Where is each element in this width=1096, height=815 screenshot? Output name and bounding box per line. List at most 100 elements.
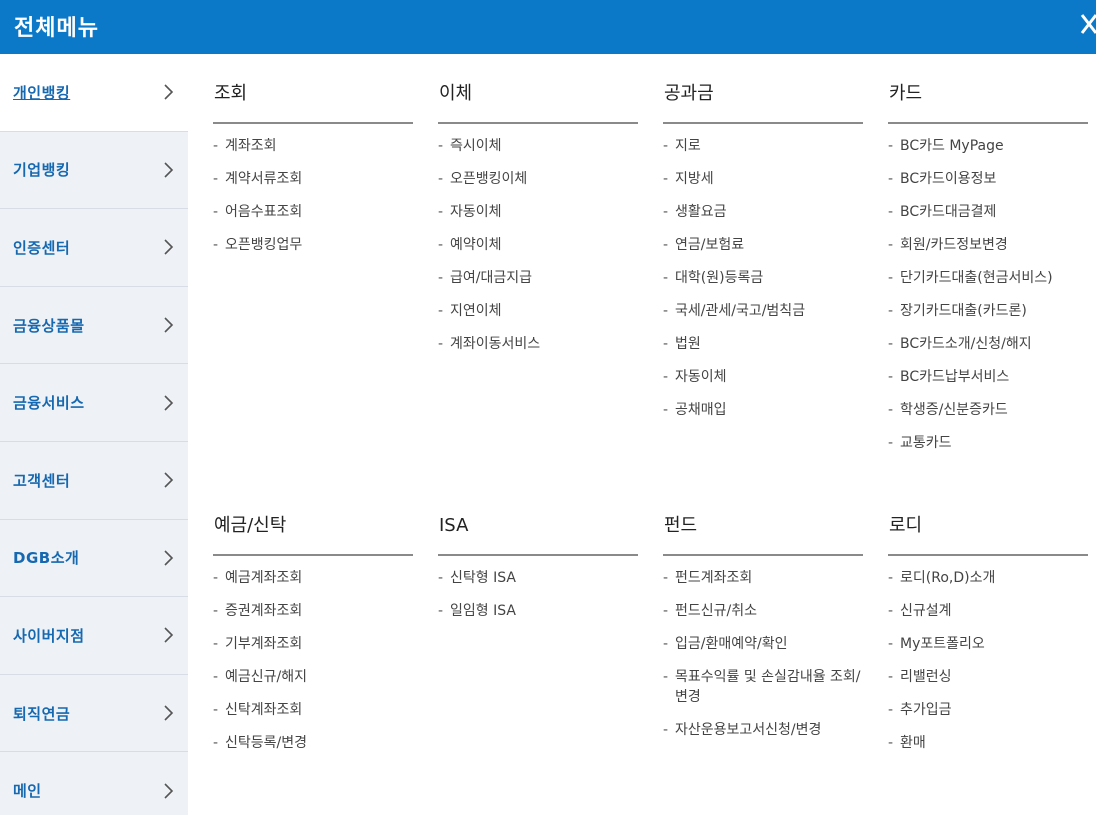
menu-link[interactable]: - 즉시이체 <box>438 136 638 156</box>
menu-link-label: 예약이체 <box>450 237 502 253</box>
menu-link[interactable]: - 신탁계좌조회 <box>213 700 413 720</box>
menu-link[interactable]: - 어음수표조회 <box>213 202 413 222</box>
chevron-right-icon <box>164 317 174 333</box>
menu-link-label: 공채매입 <box>675 402 727 418</box>
menu-link[interactable]: - BC카드대금결제 <box>888 202 1088 222</box>
menu-link[interactable]: - 로디(Ro,D)소개 <box>888 568 1088 588</box>
menu-link[interactable]: - 장기카드대출(카드론) <box>888 301 1088 321</box>
bullet-dash: - <box>663 603 669 619</box>
bullet-dash: - <box>888 603 894 619</box>
menu-link[interactable]: - 입금/환매예약/확인 <box>663 634 863 654</box>
section-title[interactable]: 펀드 <box>663 506 863 556</box>
bullet-dash: - <box>213 204 219 220</box>
menu-link[interactable]: - 회원/카드정보변경 <box>888 235 1088 255</box>
section-title[interactable]: ISA <box>438 506 638 556</box>
chevron-right-icon <box>164 239 174 256</box>
sidebar-item-2[interactable]: 인증센터 <box>0 209 188 287</box>
menu-link[interactable]: - BC카드납부서비스 <box>888 367 1088 387</box>
section-title[interactable]: 카드 <box>888 74 1088 124</box>
menu-link[interactable]: - 급여/대금지급 <box>438 268 638 288</box>
menu-link[interactable]: - 지연이체 <box>438 301 638 321</box>
menu-link[interactable]: - 오픈뱅킹이체 <box>438 169 638 189</box>
menu-link-label: 지방세 <box>675 171 714 187</box>
section-title[interactable]: 이체 <box>438 74 638 124</box>
menu-link[interactable]: - 자산운용보고서신청/변경 <box>663 720 863 740</box>
menu-link[interactable]: - 학생증/신분증카드 <box>888 400 1088 420</box>
menu-link[interactable]: - 예약이체 <box>438 235 638 255</box>
bullet-dash: - <box>888 702 894 718</box>
menu-link[interactable]: - 대학(원)등록금 <box>663 268 863 288</box>
sidebar-item-0[interactable]: 개인뱅킹 <box>0 54 188 132</box>
menu-link[interactable]: - 자동이체 <box>438 202 638 222</box>
menu-link[interactable]: - 펀드계좌조회 <box>663 568 863 588</box>
menu-link[interactable]: - 신탁등록/변경 <box>213 733 413 753</box>
menu-link[interactable]: - 계좌조회 <box>213 136 413 156</box>
section-title[interactable]: 예금/신탁 <box>213 506 413 556</box>
menu-link-label: 법원 <box>675 336 701 352</box>
sidebar-item-label: 금융서비스 <box>13 394 85 413</box>
menu-link[interactable]: - 생활요금 <box>663 202 863 222</box>
menu-link[interactable]: - BC카드소개/신청/해지 <box>888 334 1088 354</box>
menu-link[interactable]: - 증권계좌조회 <box>213 601 413 621</box>
bullet-dash: - <box>888 237 894 253</box>
bullet-dash: - <box>663 636 669 652</box>
menu-section-3: 카드 - BC카드 MyPage - BC카드이용정보 - BC카드대금결제 - 회원/카드정보… <box>888 74 1088 466</box>
menu-link-label: 대학(원)등록금 <box>675 270 764 286</box>
menu-link[interactable]: - 지로 <box>663 136 863 156</box>
sidebar-item-label: 고객센터 <box>13 471 71 490</box>
bullet-dash: - <box>888 303 894 319</box>
menu-link[interactable]: - 펀드신규/취소 <box>663 601 863 621</box>
section-title[interactable]: 조회 <box>213 74 413 124</box>
menu-link[interactable]: - BC카드 MyPage <box>888 136 1088 156</box>
menu-link[interactable]: - 일임형 ISA <box>438 601 638 621</box>
menu-link[interactable]: - 오픈뱅킹업무 <box>213 235 413 255</box>
menu-link[interactable]: - 단기카드대출(현금서비스) <box>888 268 1088 288</box>
menu-link[interactable]: - 기부계좌조회 <box>213 634 413 654</box>
section-title[interactable]: 공과금 <box>663 74 863 124</box>
menu-link[interactable]: - 지방세 <box>663 169 863 189</box>
menu-link[interactable]: - 계좌이동서비스 <box>438 334 638 354</box>
menu-link[interactable]: - 목표수익률 및 손실감내율 조회/변경 <box>663 667 863 707</box>
menu-link[interactable]: - My포트폴리오 <box>888 634 1088 654</box>
menu-link[interactable]: - BC카드이용정보 <box>888 169 1088 189</box>
menu-link[interactable]: - 환매 <box>888 733 1088 753</box>
sidebar-item-6[interactable]: DGB소개 <box>0 520 188 598</box>
menu-link[interactable]: - 공채매입 <box>663 400 863 420</box>
menu-link[interactable]: - 신규설계 <box>888 601 1088 621</box>
sidebar-item-8[interactable]: 퇴직연금 <box>0 675 188 753</box>
sidebar-item-5[interactable]: 고객센터 <box>0 442 188 520</box>
section-title[interactable]: 로디 <box>888 506 1088 556</box>
menu-link[interactable]: - 예금계좌조회 <box>213 568 413 588</box>
menu-link[interactable]: - 교통카드 <box>888 433 1088 453</box>
menu-link[interactable]: - 신탁형 ISA <box>438 568 638 588</box>
sidebar-item-label: 인증센터 <box>13 238 71 257</box>
close-button[interactable] <box>1078 9 1096 45</box>
menu-link-label: 자동이체 <box>450 204 502 220</box>
bullet-dash: - <box>663 303 669 319</box>
sidebar-item-label: 기업뱅킹 <box>13 161 71 180</box>
menu-link[interactable]: - 추가입금 <box>888 700 1088 720</box>
chevron-right-icon <box>164 705 174 721</box>
sidebar-item-7[interactable]: 사이버지점 <box>0 597 188 675</box>
bullet-dash: - <box>663 669 669 685</box>
bullet-dash: - <box>888 369 894 385</box>
menu-link-label: 펀드신규/취소 <box>675 603 757 619</box>
sidebar-item-1[interactable]: 기업뱅킹 <box>0 132 188 210</box>
sidebar-item-9[interactable]: 메인 <box>0 752 188 815</box>
menu-link[interactable]: - 리밸런싱 <box>888 667 1088 687</box>
sidebar-item-3[interactable]: 금융상품몰 <box>0 287 188 365</box>
chevron-right-icon <box>164 627 174 644</box>
menu-link-label: BC카드납부서비스 <box>900 369 1010 385</box>
menu-link[interactable]: - 계약서류조회 <box>213 169 413 189</box>
menu-link-label: 신탁형 ISA <box>450 570 516 586</box>
menu-link[interactable]: - 법원 <box>663 334 863 354</box>
bullet-dash: - <box>663 570 669 586</box>
menu-link-label: 지연이체 <box>450 303 502 319</box>
menu-link[interactable]: - 예금신규/해지 <box>213 667 413 687</box>
menu-link[interactable]: - 국세/관세/국고/범칙금 <box>663 301 863 321</box>
menu-section-5: ISA - 신탁형 ISA - 일임형 ISA <box>438 506 638 634</box>
section-link-list: - 계좌조회 - 계약서류조회 - 어음수표조회 - 오픈뱅킹업무 <box>213 124 413 255</box>
sidebar-item-4[interactable]: 금융서비스 <box>0 364 188 442</box>
menu-link[interactable]: - 연금/보험료 <box>663 235 863 255</box>
menu-link[interactable]: - 자동이체 <box>663 367 863 387</box>
